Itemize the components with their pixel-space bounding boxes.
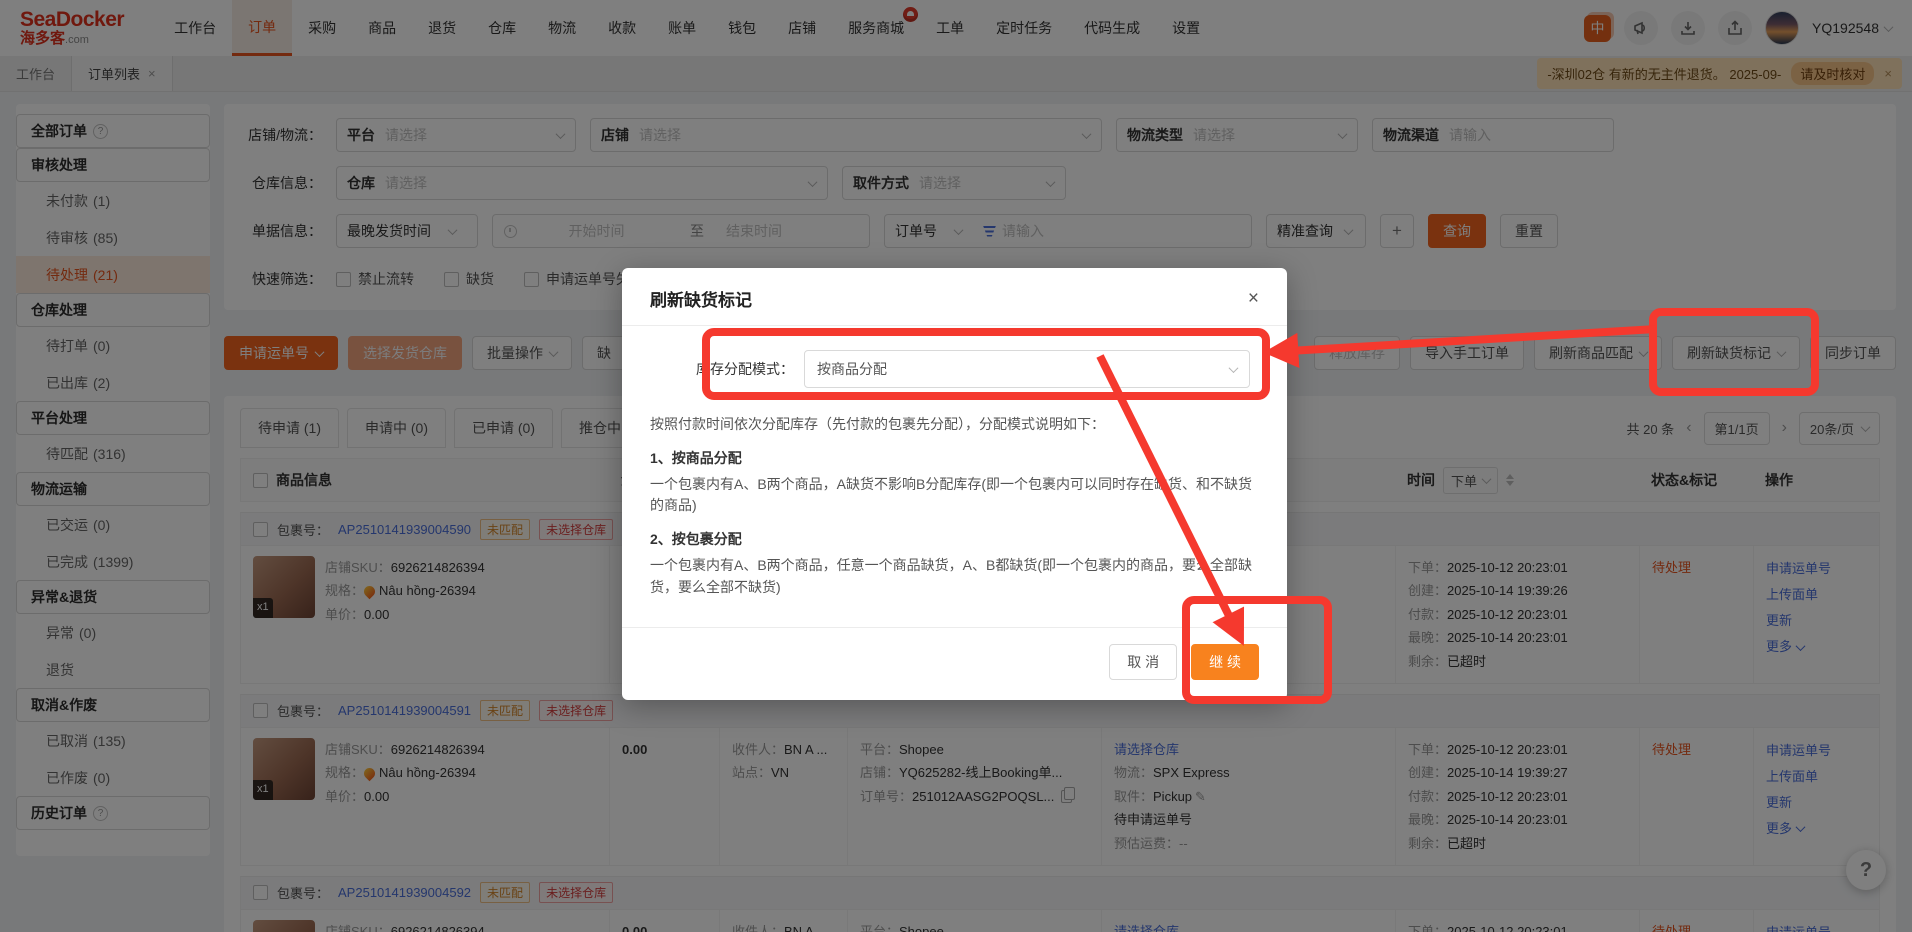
mode2-text: 一个包裹内有A、B两个商品，任意一个商品缺货，A、B都缺货(即一个包裹内的商品，… bbox=[650, 555, 1259, 598]
mode1-title: 1、按商品分配 bbox=[650, 448, 1259, 468]
allocation-mode-select[interactable]: 按商品分配 bbox=[804, 350, 1250, 388]
refresh-stockout-modal: 刷新缺货标记 × 库存分配模式： 按商品分配 按照付款时间依次分配库存（先付款的… bbox=[622, 268, 1287, 700]
modal-title: 刷新缺货标记 bbox=[650, 286, 752, 311]
modal-close-icon[interactable]: × bbox=[1248, 289, 1259, 308]
allocation-mode-label: 库存分配模式： bbox=[696, 359, 794, 379]
chevron-down-icon bbox=[1229, 363, 1239, 373]
continue-button[interactable]: 继 续 bbox=[1191, 644, 1259, 680]
mode2-title: 2、按包裹分配 bbox=[650, 529, 1259, 549]
mode1-text: 一个包裹内有A、B两个商品，A缺货不影响B分配库存(即一个包裹内可以同时存在缺货… bbox=[650, 474, 1259, 517]
cancel-button[interactable]: 取 消 bbox=[1109, 644, 1177, 680]
app: SeaDocker 海多客.com 工作台订单采购商品退货仓库物流收款账单钱包店… bbox=[0, 0, 1912, 932]
allocation-description: 按照付款时间依次分配库存（先付款的包裹先分配），分配模式说明如下： bbox=[650, 414, 1259, 436]
